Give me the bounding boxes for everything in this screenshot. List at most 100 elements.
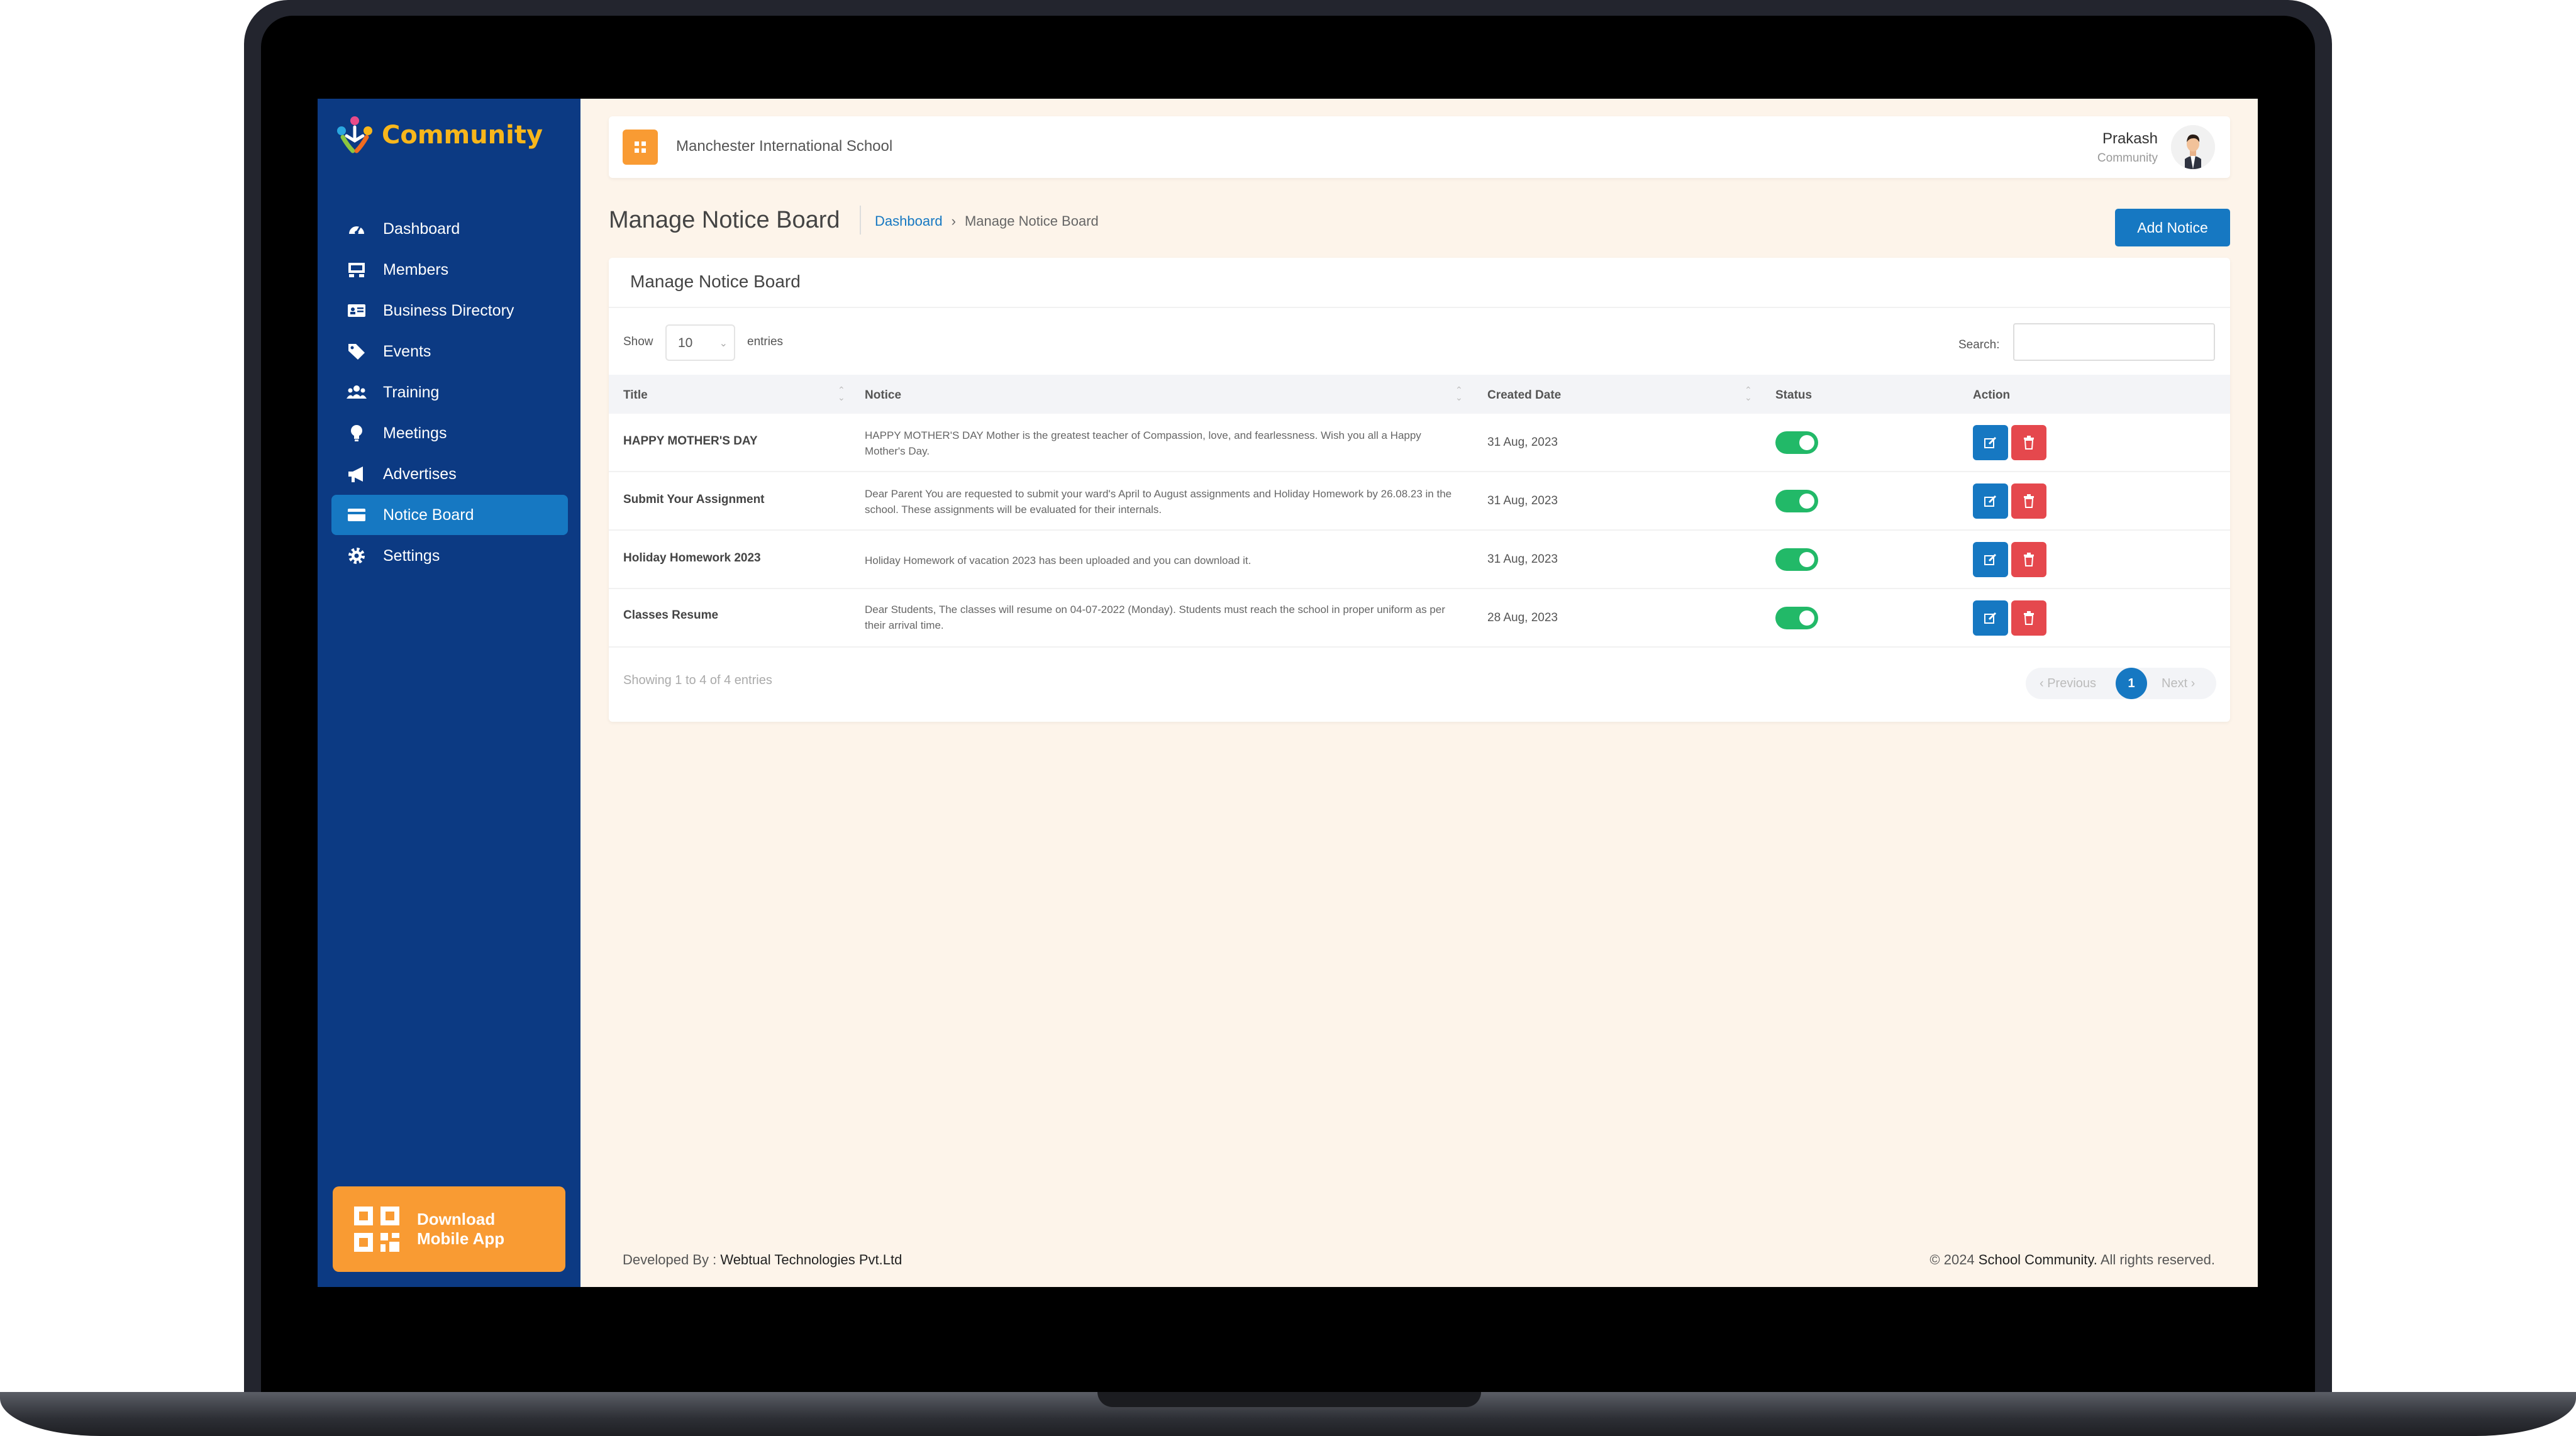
created-date: 28 Aug, 2023 <box>1487 611 1558 624</box>
footer-developer: Developed By : Webtual Technologies Pvt.… <box>623 1252 902 1268</box>
sidebar-item-settings[interactable]: Settings <box>331 536 568 576</box>
delete-button[interactable] <box>2011 425 2046 460</box>
created-date: 31 Aug, 2023 <box>1487 553 1558 566</box>
brand-logo[interactable]: Community <box>334 110 543 160</box>
dashboard-icon <box>345 218 368 240</box>
breadcrumb-current: Manage Notice Board <box>964 213 1099 229</box>
sidebar-item-label: Settings <box>383 546 440 565</box>
footer-copy-suffix: All rights reserved. <box>2100 1252 2215 1268</box>
trash-icon <box>2024 611 2034 625</box>
sidebar: Community Dashboard Members Business Dir… <box>318 99 580 1287</box>
next-page-button[interactable]: Next › <box>2162 677 2195 691</box>
card-divider <box>609 307 2230 308</box>
sort-icon[interactable]: ⌃ ⌄ <box>1745 385 1752 402</box>
breadcrumb-home-link[interactable]: Dashboard <box>875 213 943 229</box>
edit-button[interactable] <box>1973 542 2008 577</box>
sidebar-item-training[interactable]: Training <box>331 372 568 412</box>
notice-title: HAPPY MOTHER'S DAY <box>623 434 758 448</box>
community-logo-icon <box>337 116 372 153</box>
edit-button[interactable] <box>1973 483 2008 519</box>
footer-dev-link[interactable]: Webtual Technologies Pvt.Ltd <box>720 1252 902 1268</box>
notice-icon <box>345 504 368 526</box>
breadcrumb-separator: › <box>951 213 956 229</box>
sidebar-item-label: Training <box>383 383 440 401</box>
status-toggle[interactable] <box>1775 490 1818 512</box>
sidebar-item-label: Events <box>383 342 431 360</box>
tag-icon <box>345 340 368 363</box>
edit-icon <box>1984 612 1997 624</box>
notice-table-card: Manage Notice Board Show 10 ⌄ entries Se… <box>609 258 2230 722</box>
sidebar-item-dashboard[interactable]: Dashboard <box>331 209 568 249</box>
sidebar-item-meetings[interactable]: Meetings <box>331 413 568 453</box>
current-page-button[interactable]: 1 <box>2116 668 2147 699</box>
download-line2: Mobile App <box>417 1229 505 1248</box>
avatar[interactable] <box>2171 125 2215 169</box>
members-icon <box>345 258 368 281</box>
delete-button[interactable] <box>2011 483 2046 519</box>
sidebar-item-label: Dashboard <box>383 219 460 238</box>
status-toggle[interactable] <box>1775 548 1818 571</box>
business-card-icon <box>345 299 368 322</box>
sidebar-item-events[interactable]: Events <box>331 331 568 372</box>
table-header: Title ⌃ ⌄ Notice ⌃ ⌄ Created Date ⌃ ⌄ Statu… <box>609 375 2230 414</box>
edit-icon <box>1984 436 1997 448</box>
edit-icon <box>1984 553 1997 565</box>
footer-dev-prefix: Developed By : <box>623 1252 717 1268</box>
apps-grid-button[interactable] <box>623 130 658 165</box>
grid-icon <box>635 141 646 153</box>
column-header-title[interactable]: Title <box>623 389 648 402</box>
sidebar-item-business-directory[interactable]: Business Directory <box>331 290 568 331</box>
created-date: 31 Aug, 2023 <box>1487 494 1558 507</box>
top-header: Manchester International School Prakash … <box>609 116 2230 178</box>
brand-name: Community <box>382 121 543 150</box>
school-name: Manchester International School <box>676 138 893 155</box>
entries-label: entries <box>747 335 784 348</box>
sidebar-item-label: Advertises <box>383 465 457 483</box>
notice-text: HAPPY MOTHER'S DAY Mother is the greates… <box>865 429 1421 457</box>
search-input[interactable] <box>2013 323 2215 361</box>
page-title: Manage Notice Board <box>609 207 840 233</box>
trash-icon <box>2024 553 2034 566</box>
notice-title: Submit Your Assignment <box>623 493 765 506</box>
qr-code-icon <box>354 1207 399 1252</box>
sidebar-item-notice-board[interactable]: Notice Board <box>331 495 568 535</box>
sidebar-item-members[interactable]: Members <box>331 250 568 290</box>
column-header-status: Status <box>1775 389 1813 402</box>
notice-title: Classes Resume <box>623 609 719 622</box>
breadcrumb-divider <box>860 206 861 235</box>
sidebar-item-label: Members <box>383 260 449 279</box>
card-title: Manage Notice Board <box>630 272 801 291</box>
column-header-notice[interactable]: Notice <box>865 389 901 402</box>
users-icon <box>345 381 368 404</box>
table-row: Holiday Homework 2023 Holiday Homework o… <box>609 531 2230 589</box>
sort-icon[interactable]: ⌃ ⌄ <box>838 385 845 402</box>
sidebar-item-advertises[interactable]: Advertises <box>331 454 568 494</box>
table-info: Showing 1 to 4 of 4 entries <box>623 673 772 687</box>
user-name[interactable]: Prakash <box>2102 130 2158 148</box>
table-row: Submit Your Assignment Dear Parent You a… <box>609 472 2230 531</box>
edit-button[interactable] <box>1973 425 2008 460</box>
notice-text: Holiday Homework of vacation 2023 has be… <box>865 555 1252 566</box>
laptop-notch <box>1097 1392 1481 1407</box>
download-app-button[interactable]: Download Mobile App <box>333 1186 565 1272</box>
user-avatar-icon <box>2171 125 2215 169</box>
notice-text: Dear Parent You are requested to submit … <box>865 488 1452 516</box>
delete-button[interactable] <box>2011 600 2046 636</box>
trash-icon <box>2024 494 2034 508</box>
pagination: ‹ Previous 1 Next › <box>2026 668 2216 699</box>
column-header-created-date[interactable]: Created Date <box>1487 389 1561 402</box>
breadcrumb: Dashboard › Manage Notice Board <box>875 213 1099 229</box>
search-label: Search: <box>1958 338 2000 351</box>
add-notice-button[interactable]: Add Notice <box>2115 209 2230 246</box>
footer-copy-link[interactable]: School Community. <box>1979 1252 2097 1268</box>
delete-button[interactable] <box>2011 542 2046 577</box>
footer-copy-prefix: © 2024 <box>1929 1252 1975 1268</box>
show-label: Show <box>623 335 653 348</box>
sort-icon[interactable]: ⌃ ⌄ <box>1455 385 1463 402</box>
previous-page-button[interactable]: ‹ Previous <box>2040 677 2096 691</box>
edit-button[interactable] <box>1973 600 2008 636</box>
status-toggle[interactable] <box>1775 431 1818 454</box>
page-length-select[interactable]: 10 ⌄ <box>665 324 735 361</box>
status-toggle[interactable] <box>1775 607 1818 629</box>
app-screen: Community Dashboard Members Business Dir… <box>318 99 2258 1287</box>
